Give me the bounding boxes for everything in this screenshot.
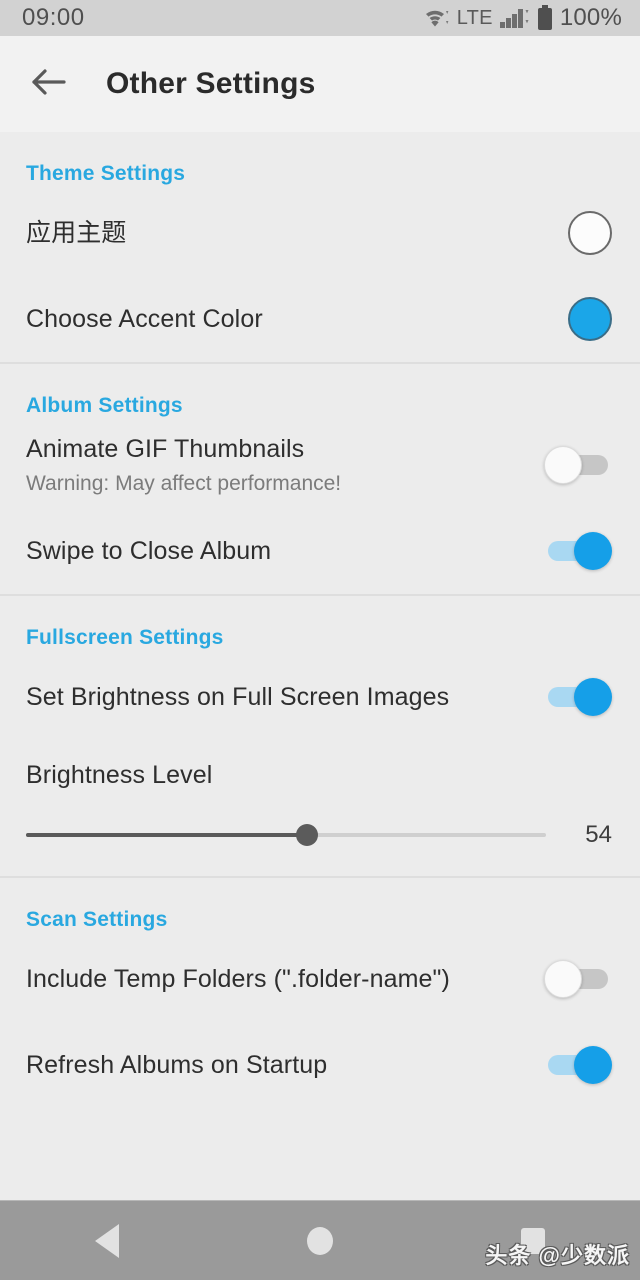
setting-title: Choose Accent Color xyxy=(26,305,263,333)
section-theme-settings: Theme Settings 应用主题 Choose Accent Color xyxy=(0,132,640,362)
square-recents-icon xyxy=(521,1227,546,1254)
animate-gif-thumbnails-toggle[interactable] xyxy=(544,446,612,484)
toggle-thumb xyxy=(544,960,582,998)
row-texts: Swipe to Close Album xyxy=(26,536,542,566)
row-texts: Set Brightness on Full Screen Images xyxy=(26,682,542,712)
row-control xyxy=(542,532,612,570)
brightness-slider[interactable] xyxy=(26,820,546,850)
toggle-thumb xyxy=(544,446,582,484)
section-album-settings: Album Settings Animate GIF Thumbnails Wa… xyxy=(0,362,640,594)
setting-row-swipe-to-close-album[interactable]: Swipe to Close Album xyxy=(0,508,640,594)
row-texts: 应用主题 xyxy=(26,218,542,248)
nav-back-button[interactable] xyxy=(62,1201,152,1280)
setting-subtitle: Warning: May affect performance! xyxy=(26,471,342,495)
section-header: Theme Settings xyxy=(26,162,186,185)
setting-row-choose-accent-color[interactable]: Choose Accent Color xyxy=(0,276,640,362)
include-temp-folders-toggle[interactable] xyxy=(544,960,612,998)
phone-screen: 09:00 LTE 100% Other Settings Theme Sett… xyxy=(0,0,640,1280)
setting-row-animate-gif-thumbnails[interactable]: Animate GIF Thumbnails Warning: May affe… xyxy=(0,422,640,508)
signal-icon xyxy=(499,7,530,29)
section-fullscreen-settings: Fullscreen Settings Set Brightness on Fu… xyxy=(0,594,640,876)
row-control xyxy=(542,211,612,255)
setting-title: Set Brightness on Full Screen Images xyxy=(26,683,450,711)
row-texts: Refresh Albums on Startup xyxy=(26,1050,542,1080)
setting-row-app-theme[interactable]: 应用主题 xyxy=(0,190,640,276)
section-header: Scan Settings xyxy=(26,908,168,931)
network-type-label: LTE xyxy=(456,6,493,29)
setting-title: Include Temp Folders (".folder-name") xyxy=(26,965,450,993)
section-scan-settings: Scan Settings Include Temp Folders (".fo… xyxy=(0,876,640,1108)
settings-list[interactable]: Theme Settings 应用主题 Choose Accent Color xyxy=(0,132,640,1200)
triangle-back-icon xyxy=(94,1223,119,1258)
nav-recents-button[interactable] xyxy=(488,1201,578,1280)
setting-title: Refresh Albums on Startup xyxy=(26,1051,328,1079)
row-control xyxy=(542,960,612,998)
row-texts: Choose Accent Color xyxy=(26,304,542,334)
setting-title: 应用主题 xyxy=(26,219,127,247)
toggle-thumb xyxy=(574,678,612,716)
circle-home-icon xyxy=(306,1226,333,1255)
arrow-left-icon xyxy=(31,67,67,102)
nav-home-button[interactable] xyxy=(275,1201,365,1280)
row-control xyxy=(542,678,612,716)
swipe-to-close-album-toggle[interactable] xyxy=(544,532,612,570)
brightness-slider-row: 54 xyxy=(0,810,640,876)
row-control xyxy=(542,446,612,484)
row-texts: Include Temp Folders (".folder-name") xyxy=(26,964,542,994)
slider-fill xyxy=(26,833,307,837)
system-navigation-bar: 头条 @少数派 xyxy=(0,1200,640,1280)
status-time: 09:00 xyxy=(22,4,85,31)
row-control xyxy=(542,297,612,341)
app-bar: Other Settings xyxy=(0,36,640,132)
status-bar: 09:00 LTE 100% xyxy=(0,0,640,36)
refresh-albums-on-startup-toggle[interactable] xyxy=(544,1046,612,1084)
setting-title: Brightness Level xyxy=(26,761,213,789)
setting-row-brightness-level: Brightness Level xyxy=(0,740,640,810)
battery-icon xyxy=(537,5,553,31)
setting-title: Animate GIF Thumbnails xyxy=(26,434,305,463)
toggle-thumb xyxy=(574,532,612,570)
page-title: Other Settings xyxy=(106,67,316,100)
battery-percent-label: 100% xyxy=(559,4,622,31)
status-indicators: LTE 100% xyxy=(424,4,622,32)
setting-row-set-brightness-fullscreen[interactable]: Set Brightness on Full Screen Images xyxy=(0,654,640,740)
slider-knob[interactable] xyxy=(295,824,318,846)
row-texts: Brightness Level xyxy=(26,760,612,790)
setting-row-refresh-albums-on-startup[interactable]: Refresh Albums on Startup xyxy=(0,1022,640,1108)
toggle-thumb xyxy=(574,1046,612,1084)
back-button[interactable] xyxy=(26,61,72,107)
row-control xyxy=(542,1046,612,1084)
row-texts: Animate GIF Thumbnails Warning: May affe… xyxy=(26,434,542,496)
setting-title: Swipe to Close Album xyxy=(26,537,272,565)
section-header: Fullscreen Settings xyxy=(26,626,224,649)
brightness-value-label: 54 xyxy=(585,821,612,848)
section-header: Album Settings xyxy=(26,394,183,417)
setting-row-include-temp-folders[interactable]: Include Temp Folders (".folder-name") xyxy=(0,936,640,1022)
set-brightness-fullscreen-toggle[interactable] xyxy=(544,678,612,716)
wifi-icon xyxy=(424,7,450,29)
app-theme-swatch[interactable] xyxy=(568,211,612,255)
accent-color-swatch[interactable] xyxy=(568,297,612,341)
